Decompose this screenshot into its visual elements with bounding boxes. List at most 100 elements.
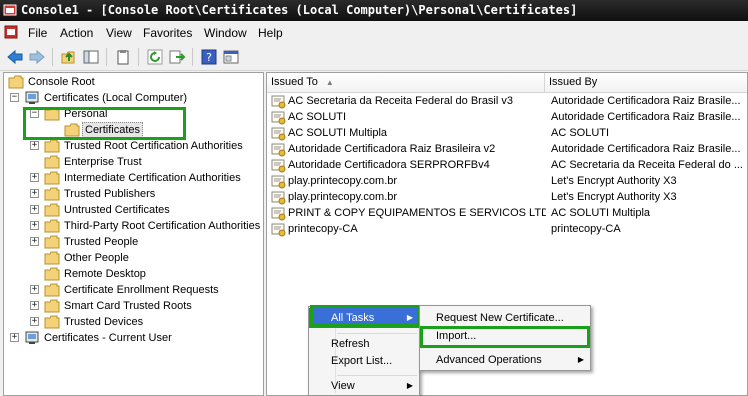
export-list-icon[interactable] [168,48,186,66]
tree-label: Remote Desktop [64,268,146,280]
menu-item-label: Advanced Operations [436,354,542,366]
cell-issued-by: Autoridade Certificadora Raiz Brasile... [551,95,741,107]
cell-issued-by: AC Secretaria da Receita Federal do ... [551,159,743,171]
menu-item-advanced-operations[interactable]: Advanced Operations ▶ [420,350,590,370]
table-row[interactable]: AC Secretaria da Receita Federal do Bras… [267,94,747,110]
menu-item-label: Refresh [331,338,370,350]
table-row[interactable]: AC SOLUTI Autoridade Certificadora Raiz B… [267,110,747,126]
column-label: Issued By [549,76,598,88]
cell-issued-to: AC SOLUTI [288,111,347,123]
list-header: Issued To ▲ Issued By [267,73,747,93]
submenu-arrow-icon: ▶ [406,313,413,322]
folder-icon [44,219,60,233]
menu-item-view[interactable]: View ▶ [309,376,419,396]
folder-icon [44,283,60,297]
collapse-toggle[interactable]: − [10,93,19,102]
cell-issued-to: AC Secretaria da Receita Federal do Bras… [288,95,513,107]
tree-label: Certificates - Current User [44,332,172,344]
context-menu: All Tasks ▶ Refresh Export List... View … [308,306,420,396]
tree-label: Console Root [28,76,95,88]
folder-icon [64,123,80,137]
help-icon[interactable]: ? [200,48,218,66]
expand-toggle[interactable]: + [30,173,39,182]
menu-file[interactable]: File [28,26,47,40]
table-row[interactable]: play.printecopy.com.br Let's Encrypt Auth… [267,190,747,206]
menu-item-import[interactable]: Import... [420,326,590,346]
tree-label: Smart Card Trusted Roots [64,300,192,312]
certificate-icon [271,143,286,157]
expand-toggle[interactable]: + [30,205,39,214]
up-folder-icon[interactable] [60,48,78,66]
table-row[interactable]: printecopy-CA printecopy-CA [267,222,747,238]
all-tasks-submenu: Request New Certificate... Import... Adv… [419,305,591,371]
table-row[interactable]: PRINT & COPY EQUIPAMENTOS E SERVICOS LTD… [267,206,747,222]
table-row[interactable]: Autoridade Certificadora Raiz Brasileira… [267,142,747,158]
expand-toggle[interactable]: + [30,301,39,310]
console-tree[interactable]: Console Root − Certificates (Local Compu… [3,72,264,396]
column-label: Issued To [271,76,318,88]
certificate-store-icon [25,91,39,104]
svg-text:?: ? [206,51,212,64]
menu-help[interactable]: Help [258,26,283,40]
submenu-arrow-icon: ▶ [577,355,584,364]
menu-item-label: Export List... [331,355,393,367]
table-row[interactable]: Autoridade Certificadora SERPRORFBv4 AC S… [267,158,747,174]
menu-item-request-new-certificate[interactable]: Request New Certificate... [420,308,590,328]
tree-label: Certificates [82,122,144,138]
toolbar-separator [138,48,139,66]
cell-issued-to: AC SOLUTI Multipla [288,127,388,139]
expand-toggle[interactable]: + [30,221,39,230]
certificate-icon [271,175,286,189]
tree-label: Intermediate Certification Authorities [64,172,241,184]
column-issued-to[interactable]: Issued To ▲ [267,73,545,92]
folder-icon [8,75,24,89]
submenu-arrow-icon: ▶ [406,381,413,390]
console-app-icon[interactable] [4,25,18,39]
table-row[interactable]: AC SOLUTI Multipla AC SOLUTI [267,126,747,142]
expand-toggle[interactable]: + [10,333,19,342]
tree-label: Certificates (Local Computer) [44,92,188,104]
forward-arrow-icon[interactable] [28,48,46,66]
menu-action[interactable]: Action [60,26,93,40]
collapse-toggle[interactable]: − [30,109,39,118]
menu-view[interactable]: View [106,26,132,40]
tree-label: Untrusted Certificates [64,204,170,216]
refresh-icon[interactable] [146,48,164,66]
cell-issued-by: Autoridade Certificadora Raiz Brasile... [551,143,741,155]
column-issued-by[interactable]: Issued By [545,73,747,92]
tree-label: Enterprise Trust [64,156,142,168]
folder-icon [44,267,60,281]
menu-favorites[interactable]: Favorites [143,26,192,40]
menu-bar: File Action View Favorites Window Help [0,21,748,44]
properties-icon[interactable] [222,48,240,66]
clipboard-icon[interactable] [114,48,132,66]
certificate-icon [271,191,286,205]
table-row[interactable]: play.printecopy.com.br Let's Encrypt Auth… [267,174,747,190]
tree-label: Trusted Publishers [64,188,156,200]
cell-issued-by: AC SOLUTI [551,127,610,139]
folder-icon [44,235,60,249]
expand-toggle[interactable]: + [30,189,39,198]
menu-item-all-tasks[interactable]: All Tasks ▶ [309,308,419,328]
cell-issued-by: Let's Encrypt Authority X3 [551,191,677,203]
folder-icon [44,315,60,329]
toolbar-separator [192,48,193,66]
folder-icon [44,155,60,169]
back-arrow-icon[interactable] [6,48,24,66]
menu-separator [426,347,586,348]
expand-toggle[interactable]: + [30,285,39,294]
tree-label: Third-Party Root Certification Authoriti… [64,220,261,232]
tree-label: Certificate Enrollment Requests [64,284,219,296]
expand-toggle[interactable]: + [30,237,39,246]
cell-issued-to: play.printecopy.com.br [288,175,398,187]
folder-icon [44,299,60,313]
expand-toggle[interactable]: + [30,141,39,150]
folder-icon [44,171,60,185]
menu-window[interactable]: Window [204,26,247,40]
menu-item-label: Request New Certificate... [436,312,564,324]
tree-label: Trusted People [64,236,139,248]
expand-toggle[interactable]: + [30,317,39,326]
show-hide-tree-icon[interactable] [82,48,100,66]
menu-item-export-list[interactable]: Export List... [309,351,419,371]
toolbar-separator [52,48,53,66]
